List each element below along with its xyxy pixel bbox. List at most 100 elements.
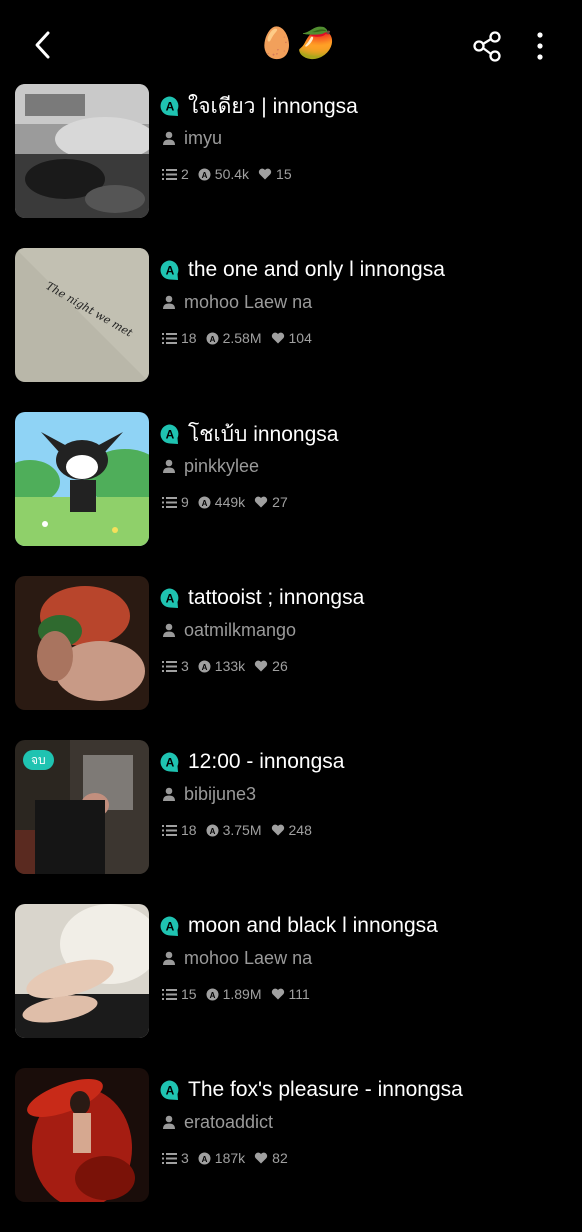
- svg-text:A: A: [209, 991, 215, 1000]
- story-title[interactable]: tattooist ; innongsa: [188, 586, 364, 610]
- wattpad-a-icon: A: [160, 1080, 179, 1100]
- votes-count: 104: [271, 330, 312, 346]
- wattpad-a-icon: A: [160, 588, 179, 608]
- story-title[interactable]: 12:00 - innongsa: [188, 750, 344, 774]
- person-icon: [163, 131, 175, 145]
- parts-count: 3: [162, 658, 189, 674]
- story-stats: 15 A 1.89M 111: [162, 984, 319, 1004]
- story-author[interactable]: mohoo Laew na: [184, 948, 312, 969]
- story-cover: จบ: [15, 740, 149, 874]
- votes-count: 248: [271, 822, 312, 838]
- list-icon: [162, 824, 177, 836]
- share-button[interactable]: [470, 30, 504, 64]
- story-item[interactable]: The night we met A the one and only l in…: [0, 248, 582, 412]
- person-icon: [163, 623, 175, 637]
- story-title[interactable]: ใจเดียว | innongsa: [188, 90, 358, 123]
- parts-count: 18: [162, 822, 197, 838]
- svg-text:A: A: [166, 428, 175, 442]
- person-icon: [163, 295, 175, 309]
- reads-count: A 133k: [198, 658, 245, 674]
- story-stats: 18 A 3.75M 248: [162, 820, 321, 840]
- person-icon: [163, 787, 175, 801]
- story-title[interactable]: the one and only l innongsa: [188, 258, 445, 282]
- story-item[interactable]: A โชเบ้บ innongsa pinkkylee 9 A 449k 27: [0, 412, 582, 576]
- heart-icon: [271, 824, 284, 836]
- story-stats: 3 A 133k 26: [162, 656, 297, 676]
- parts-count: 15: [162, 986, 197, 1002]
- votes-value: 111: [288, 986, 310, 1002]
- votes-value: 82: [272, 1150, 288, 1166]
- story-cover: [15, 576, 149, 710]
- reads-value: 187k: [214, 1150, 246, 1166]
- svg-text:A: A: [166, 756, 175, 770]
- story-stats: 9 A 449k 27: [162, 492, 297, 512]
- votes-value: 26: [272, 658, 288, 674]
- heart-icon: [255, 496, 268, 508]
- votes-count: 27: [254, 494, 288, 510]
- svg-text:A: A: [166, 100, 175, 114]
- story-cover: The night we met: [15, 248, 149, 382]
- list-icon: [162, 496, 177, 508]
- votes-count: 82: [254, 1150, 288, 1166]
- svg-text:A: A: [201, 663, 207, 672]
- story-stats: 2 A 50.4k 15: [162, 164, 301, 184]
- story-item[interactable]: A moon and black l innongsa mohoo Laew n…: [0, 904, 582, 1068]
- heart-icon: [255, 660, 268, 672]
- reads-count: A 1.89M: [206, 986, 262, 1002]
- parts-count: 3: [162, 1150, 189, 1166]
- wattpad-a-icon: A: [160, 424, 179, 444]
- story-cover: [15, 412, 149, 546]
- heart-icon: [255, 1152, 268, 1164]
- reads-value: 1.89M: [222, 986, 262, 1002]
- reads-value: 3.75M: [222, 822, 262, 838]
- story-title[interactable]: โชเบ้บ innongsa: [188, 418, 338, 451]
- story-author[interactable]: imyu: [184, 128, 222, 149]
- story-cover: [15, 1068, 149, 1202]
- reads-icon: A: [198, 660, 211, 672]
- parts-value: 3: [181, 1150, 189, 1166]
- wattpad-a-icon: A: [160, 752, 179, 772]
- votes-value: 27: [272, 494, 288, 510]
- parts-value: 9: [181, 494, 189, 510]
- votes-value: 15: [276, 166, 292, 182]
- story-author[interactable]: oatmilkmango: [184, 620, 296, 641]
- list-icon: [162, 988, 177, 1000]
- story-item[interactable]: A The fox's pleasure - innongsa eratoadd…: [0, 1068, 582, 1232]
- more-options-button[interactable]: [528, 30, 552, 64]
- votes-value: 104: [288, 330, 312, 346]
- svg-text:A: A: [166, 920, 175, 934]
- story-item[interactable]: A tattooist ; innongsa oatmilkmango 3 A …: [0, 576, 582, 740]
- wattpad-a-icon: A: [160, 260, 179, 280]
- svg-text:A: A: [209, 827, 215, 836]
- svg-text:A: A: [201, 1155, 207, 1164]
- parts-value: 18: [181, 822, 197, 838]
- parts-count: 18: [162, 330, 197, 346]
- svg-text:A: A: [166, 592, 175, 606]
- page-title: 🥚🥭: [258, 27, 337, 60]
- reads-value: 50.4k: [214, 166, 250, 182]
- story-item[interactable]: จบ A 12:00 - innongsa bibijune3 18 A 3.7…: [0, 740, 582, 904]
- person-icon: [163, 1115, 175, 1129]
- back-button[interactable]: [26, 28, 60, 62]
- story-author[interactable]: pinkkylee: [184, 456, 259, 477]
- person-icon: [163, 459, 175, 473]
- story-author[interactable]: mohoo Laew na: [184, 292, 312, 313]
- story-title[interactable]: moon and black l innongsa: [188, 914, 438, 938]
- reads-count: A 50.4k: [198, 166, 249, 182]
- svg-text:A: A: [201, 171, 207, 180]
- reads-value: 2.58M: [222, 330, 262, 346]
- story-title[interactable]: The fox's pleasure - innongsa: [188, 1078, 463, 1102]
- list-icon: [162, 168, 177, 180]
- votes-value: 248: [288, 822, 312, 838]
- chevron-left-icon: [35, 31, 50, 59]
- svg-text:A: A: [201, 499, 207, 508]
- story-author[interactable]: bibijune3: [184, 784, 256, 805]
- story-author[interactable]: eratoaddict: [184, 1112, 273, 1133]
- top-bar: 🥚🥭: [0, 0, 582, 84]
- story-stats: 18 A 2.58M 104: [162, 328, 321, 348]
- svg-text:A: A: [209, 335, 215, 344]
- reads-count: A 187k: [198, 1150, 245, 1166]
- story-item[interactable]: A ใจเดียว | innongsa imyu 2 A 50.4k 15: [0, 84, 582, 248]
- reads-icon: A: [198, 496, 211, 508]
- share-icon: [473, 31, 501, 62]
